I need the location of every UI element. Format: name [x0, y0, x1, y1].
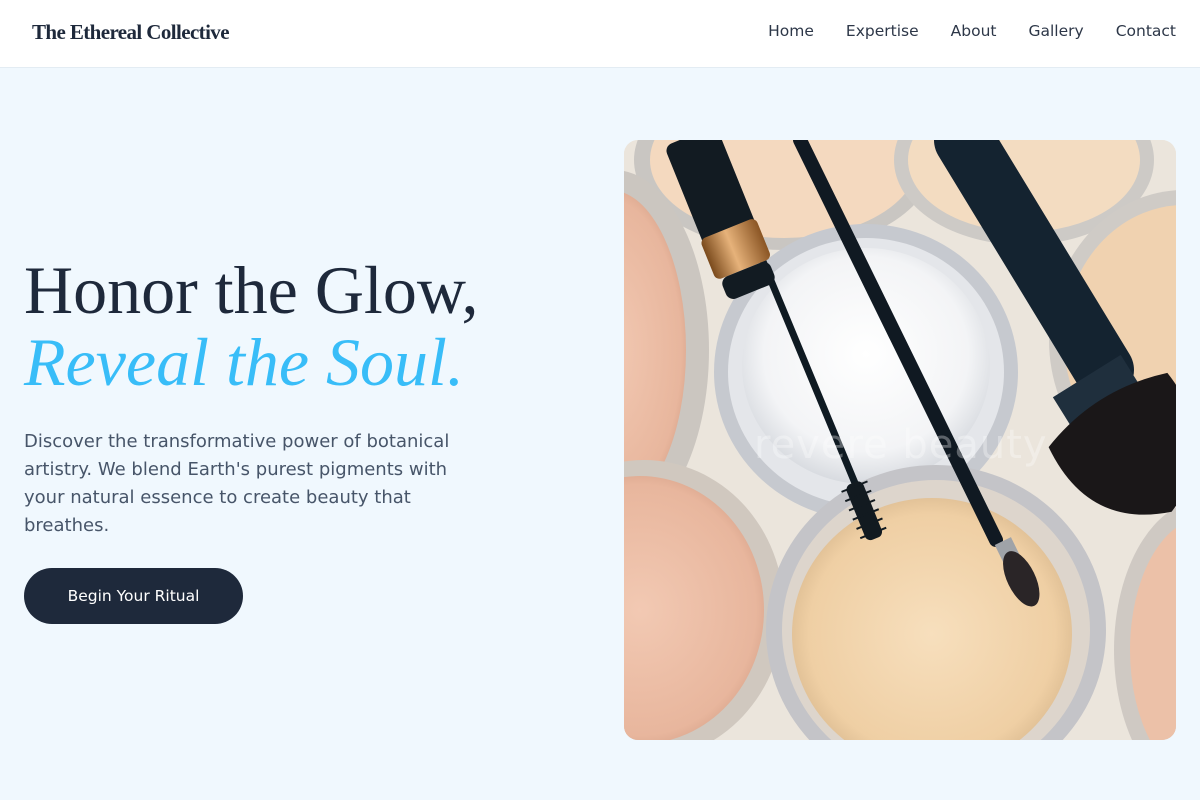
hero-description: Discover the transformative power of bot… [24, 431, 450, 536]
headline-line-1: Honor the Glow, [24, 252, 479, 328]
nav-link-gallery[interactable]: Gallery [1028, 22, 1083, 40]
headline-line-2: Reveal the Soul. [24, 324, 464, 400]
main-nav: Home Expertise About Gallery Contact [768, 22, 1176, 40]
top-nav-bar: The Ethereal Collective Home Expertise A… [0, 0, 1200, 68]
nav-link-home[interactable]: Home [768, 22, 814, 40]
hero-image: revere beauty [624, 140, 1176, 740]
nav-link-about[interactable]: About [951, 22, 997, 40]
nav-link-contact[interactable]: Contact [1116, 22, 1176, 40]
begin-ritual-button[interactable]: Begin Your Ritual [24, 568, 243, 624]
nav-link-expertise[interactable]: Expertise [846, 22, 919, 40]
brand-logo[interactable]: The Ethereal Collective [32, 20, 230, 45]
hero-text: Honor the Glow, Reveal the Soul. Discove… [24, 254, 584, 540]
makeup-products-illustration [624, 140, 1176, 740]
hero-headline: Honor the Glow, Reveal the Soul. [24, 254, 584, 398]
